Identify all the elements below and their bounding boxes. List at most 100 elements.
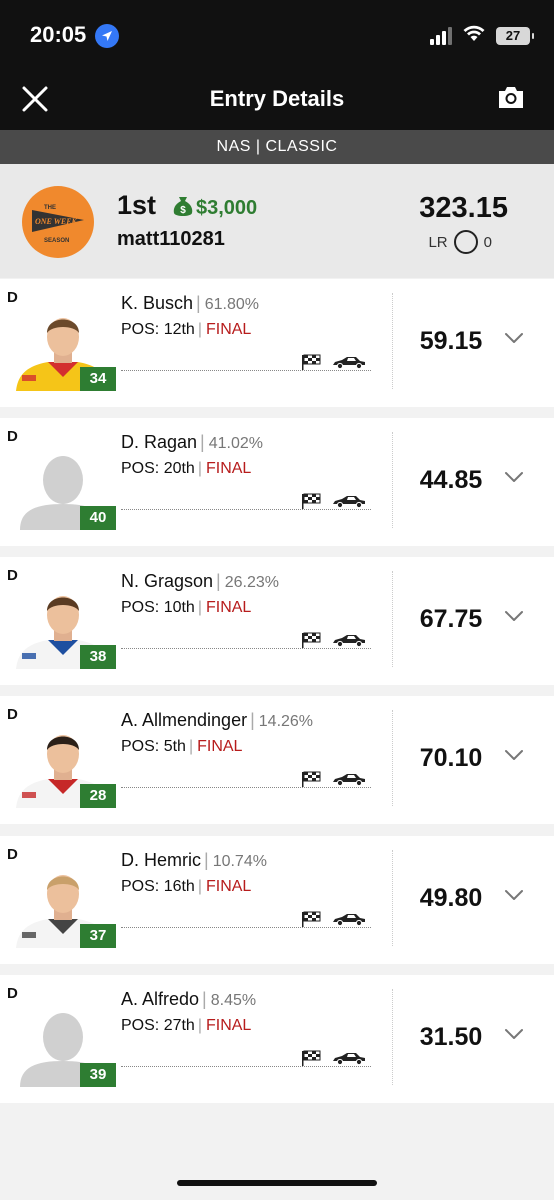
status-indicators: 27: [430, 24, 534, 47]
roster-slot: D: [7, 706, 18, 723]
race-car-icon: [332, 1051, 366, 1066]
status-final: FINAL: [205, 1017, 252, 1034]
player-points: 44.85: [419, 466, 483, 494]
player-card[interactable]: D 40 D. Ragan | 41.02% POS: 20th | FINAL 44.…: [0, 418, 554, 546]
race-progress-line: [121, 787, 371, 788]
player-name-row: D. Ragan | 41.02%: [121, 432, 263, 452]
checkered-flag-icon: [301, 354, 323, 370]
lr-label: LR: [428, 233, 448, 251]
finish-position: 10th: [163, 599, 195, 616]
contest-type-label: NAS | CLASSIC: [0, 130, 554, 164]
camera-button[interactable]: [496, 82, 526, 112]
divider: [392, 571, 393, 667]
player-name: D. Hemric: [121, 850, 201, 870]
chevron-down-icon[interactable]: [503, 748, 525, 762]
player-name: N. Gragson: [121, 571, 214, 591]
race-car-icon: [332, 633, 366, 648]
player-card[interactable]: D 28 A. Allmendinger | 14.26% POS: 5th | FIN…: [0, 696, 554, 824]
divider: [392, 989, 393, 1085]
logo-text-top: THE: [44, 205, 56, 211]
finish-position-row: POS: 16th | FINAL: [121, 878, 252, 895]
checkered-flag-icon: [301, 632, 323, 648]
finish-position: 12th: [163, 321, 195, 338]
car-number-badge: 34: [80, 367, 116, 391]
finish-position: 20th: [163, 460, 195, 477]
roster-slot: D: [7, 846, 18, 863]
wifi-icon: [462, 24, 486, 47]
ownership: 8.45%: [210, 992, 257, 1009]
status-final: FINAL: [197, 738, 243, 755]
page-title: Entry Details: [209, 86, 345, 111]
ownership: 14.26%: [258, 713, 314, 730]
roster-slot: D: [7, 289, 18, 306]
status-bar: 20:05 27: [0, 0, 554, 70]
chevron-down-icon[interactable]: [503, 331, 525, 345]
player-card[interactable]: D 34 K. Busch | 61.80% POS: 12th | FINAL 59.…: [0, 279, 554, 407]
entry-summary: THE ONE WEEK SEASON 1st $ $3,000 matt110…: [0, 164, 554, 278]
finish-position-row: POS: 10th | FINAL: [121, 599, 252, 616]
player-name: A. Allmendinger: [121, 710, 248, 730]
checkered-flag-icon: [301, 911, 323, 927]
logo-text-bottom: SEASON: [44, 238, 69, 244]
nav-bar: Entry Details: [0, 70, 554, 130]
player-points: 67.75: [419, 605, 483, 633]
status-final: FINAL: [205, 599, 252, 616]
car-number-badge: 39: [80, 1063, 116, 1087]
battery-icon: 27: [496, 26, 534, 45]
player-name-row: D. Hemric | 10.74%: [121, 850, 267, 870]
chevron-down-icon[interactable]: [503, 888, 525, 902]
status-final: FINAL: [205, 321, 252, 338]
chevron-down-icon[interactable]: [503, 470, 525, 484]
divider: [392, 850, 393, 946]
race-progress-line: [121, 370, 371, 371]
player-card[interactable]: D 38 N. Gragson | 26.23% POS: 10th | FINAL 6…: [0, 557, 554, 685]
finish-position-row: POS: 20th | FINAL: [121, 460, 252, 477]
chevron-down-icon[interactable]: [503, 609, 525, 623]
status-final: FINAL: [205, 878, 252, 895]
checkered-flag-icon: [301, 493, 323, 509]
contest-logo: THE ONE WEEK SEASON: [22, 186, 94, 258]
finish-position: 5th: [163, 738, 186, 755]
player-name-row: A. Allmendinger | 14.26%: [121, 710, 314, 730]
total-points: 323.15: [419, 192, 508, 224]
player-name: D. Ragan: [121, 432, 198, 452]
car-number-badge: 28: [80, 784, 116, 808]
svg-text:$: $: [180, 205, 186, 216]
race-car-icon: [332, 355, 366, 370]
finish-position-row: POS: 27th | FINAL: [121, 1017, 252, 1034]
finish-position: 16th: [163, 878, 195, 895]
divider: [392, 293, 393, 389]
race-progress-line: [121, 648, 371, 649]
checkered-flag-icon: [301, 1050, 323, 1066]
username: matt110281: [117, 228, 225, 250]
player-card[interactable]: D 37 D. Hemric | 10.74% POS: 16th | FINAL 49…: [0, 836, 554, 964]
home-indicator[interactable]: [177, 1180, 377, 1186]
location-arrow-icon: [95, 24, 119, 48]
race-progress-line: [121, 1066, 371, 1067]
finish-position-row: POS: 5th | FINAL: [121, 738, 243, 755]
player-card[interactable]: D 39 A. Alfredo | 8.45% POS: 27th | FINAL 31…: [0, 975, 554, 1103]
checkered-flag-icon: [301, 771, 323, 787]
finish-position: 27th: [163, 1017, 195, 1034]
chevron-down-icon[interactable]: [503, 1027, 525, 1041]
ownership: 26.23%: [224, 574, 279, 591]
race-progress-line: [121, 927, 371, 928]
roster-slot: D: [7, 567, 18, 584]
money-bag-icon: $: [173, 196, 193, 218]
player-name-row: A. Alfredo | 8.45%: [121, 989, 257, 1009]
player-name: A. Alfredo: [121, 989, 200, 1009]
status-time: 20:05: [30, 22, 87, 47]
player-points: 31.50: [419, 1023, 483, 1051]
roster-slot: D: [7, 428, 18, 445]
player-name-row: K. Busch | 61.80%: [121, 293, 259, 313]
ownership: 10.74%: [212, 853, 267, 870]
race-car-icon: [332, 772, 366, 787]
race-car-icon: [332, 494, 366, 509]
finish-position-row: POS: 12th | FINAL: [121, 321, 252, 338]
player-points: 59.15: [419, 327, 483, 355]
entry-prize: $3,000: [196, 197, 258, 219]
cellular-signal-icon: [430, 26, 452, 45]
car-number-badge: 40: [80, 506, 116, 530]
status-final: FINAL: [205, 460, 252, 477]
player-points: 49.80: [419, 884, 483, 912]
